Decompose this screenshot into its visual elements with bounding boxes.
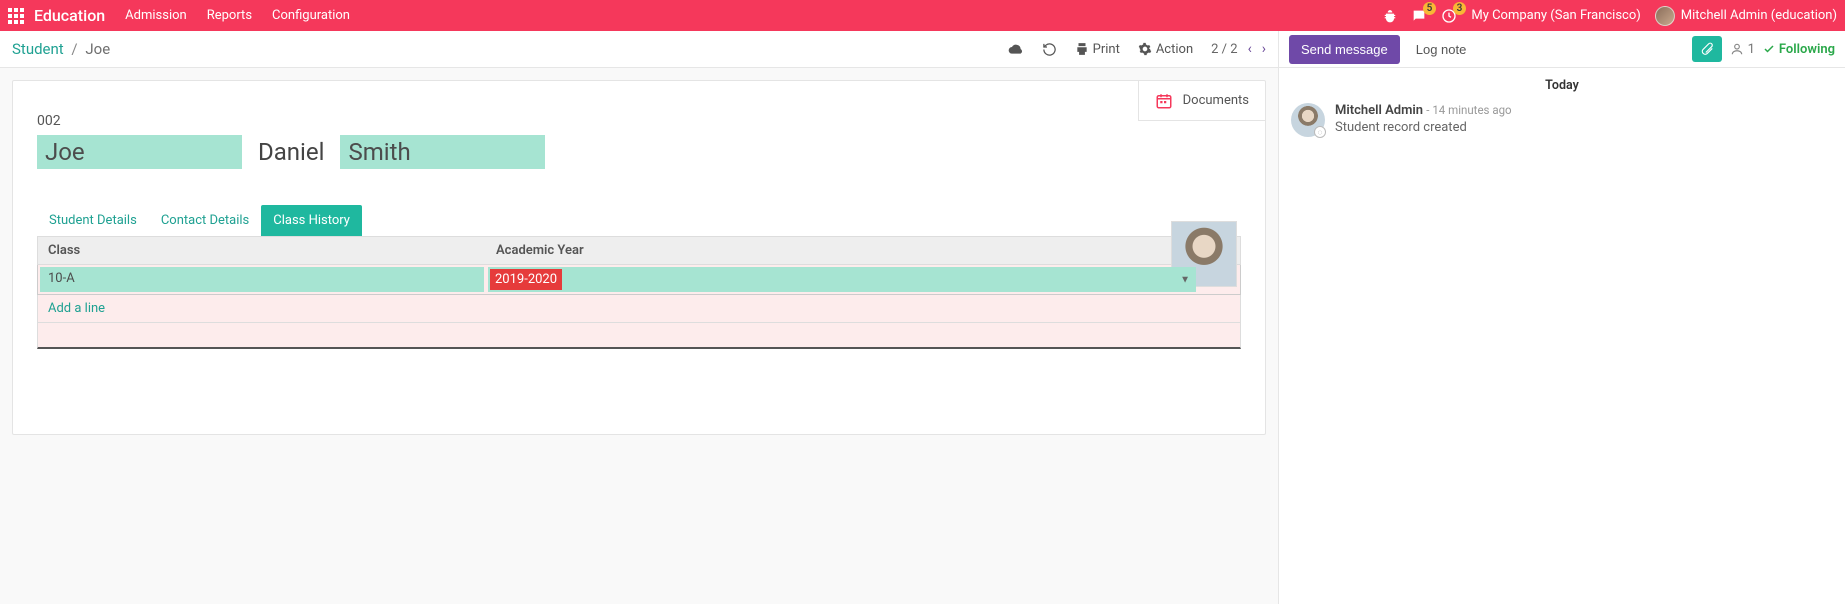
first-name-field[interactable]: Joe <box>37 135 242 169</box>
cell-academic-year[interactable]: 2019-2020 ▼ <box>488 267 1196 292</box>
pager-next-icon[interactable]: › <box>1262 41 1266 57</box>
user-avatar-icon <box>1655 6 1675 26</box>
th-academic-year[interactable]: Academic Year <box>486 237 1198 264</box>
pager-count[interactable]: 2 / 2 <box>1211 42 1237 57</box>
message-author[interactable]: Mitchell Admin <box>1335 103 1423 118</box>
documents-label: Documents <box>1183 93 1249 108</box>
chatter-panel: Send message Log note 1 Following Today … <box>1278 31 1845 604</box>
table-row: 10-A 2019-2020 ▼ <box>37 265 1241 295</box>
documents-button[interactable]: Documents <box>1138 81 1265 121</box>
today-separator: Today <box>1279 68 1845 103</box>
following-label: Following <box>1779 42 1835 57</box>
tab-student-details[interactable]: Student Details <box>37 205 149 236</box>
print-button[interactable]: Print <box>1075 42 1120 57</box>
log-note-button[interactable]: Log note <box>1406 35 1477 64</box>
apps-menu-icon[interactable] <box>8 8 24 24</box>
table-header: Class Academic Year <box>37 237 1241 265</box>
followers-count: 1 <box>1748 42 1755 57</box>
middle-name-field[interactable]: Daniel <box>254 138 328 166</box>
calendar-icon <box>1155 92 1173 110</box>
send-message-button[interactable]: Send message <box>1289 35 1400 64</box>
breadcrumb: Student / Joe <box>12 40 110 58</box>
print-label: Print <box>1093 42 1120 57</box>
breadcrumb-root[interactable]: Student <box>12 40 64 58</box>
company-switcher[interactable]: My Company (San Francisco) <box>1471 8 1640 23</box>
user-menu[interactable]: Mitchell Admin (education) <box>1655 6 1837 26</box>
cloud-button[interactable] <box>1008 41 1024 57</box>
message-text: Student record created <box>1335 120 1512 135</box>
user-name: Mitchell Admin (education) <box>1681 8 1837 23</box>
dropdown-icon: ▼ <box>1180 274 1190 285</box>
activities-badge: 3 <box>1453 2 1467 15</box>
menu-configuration[interactable]: Configuration <box>272 8 350 23</box>
menu-reports[interactable]: Reports <box>207 8 252 23</box>
th-class[interactable]: Class <box>38 237 486 264</box>
tab-class-history[interactable]: Class History <box>261 205 362 236</box>
menu-admission[interactable]: Admission <box>125 8 187 23</box>
debug-icon[interactable] <box>1383 9 1397 23</box>
pager-prev-icon[interactable]: ‹ <box>1248 41 1252 57</box>
message-time: - 14 minutes ago <box>1426 103 1511 117</box>
top-nav: Education Admission Reports Configuratio… <box>0 0 1845 31</box>
top-menu: Admission Reports Configuration <box>125 8 350 23</box>
discard-button[interactable] <box>1042 42 1057 57</box>
breadcrumb-sep: / <box>71 40 77 58</box>
messages-icon[interactable]: 5 <box>1411 8 1427 24</box>
control-bar: Student / Joe Print Action <box>0 31 1278 68</box>
message-avatar-icon[interactable]: ◌ <box>1291 103 1325 137</box>
cell-class[interactable]: 10-A <box>40 267 484 292</box>
table-spacer <box>37 323 1241 349</box>
message: ◌ Mitchell Admin - 14 minutes ago Studen… <box>1279 103 1845 137</box>
add-line-button[interactable]: Add a line <box>48 301 105 316</box>
action-button[interactable]: Action <box>1138 42 1193 57</box>
following-button[interactable]: Following <box>1763 42 1835 57</box>
action-label: Action <box>1156 42 1193 57</box>
tab-contact-details[interactable]: Contact Details <box>149 205 261 236</box>
registration-number: 002 <box>37 113 1241 129</box>
year-value: 2019-2020 <box>490 269 562 290</box>
pager: 2 / 2 ‹ › <box>1211 41 1266 57</box>
messages-badge: 5 <box>1423 2 1437 15</box>
followers-button[interactable]: 1 <box>1730 42 1755 57</box>
last-name-field[interactable]: Smith <box>340 135 545 169</box>
attach-button[interactable] <box>1692 36 1722 62</box>
breadcrumb-current: Joe <box>85 40 110 58</box>
app-brand[interactable]: Education <box>34 6 105 25</box>
presence-icon: ◌ <box>1314 126 1326 138</box>
activities-icon[interactable]: 3 <box>1441 8 1457 24</box>
tabs: Student Details Contact Details Class Hi… <box>37 205 1241 237</box>
form-sheet: Documents 002 Joe Daniel Smith Student D… <box>12 80 1266 435</box>
